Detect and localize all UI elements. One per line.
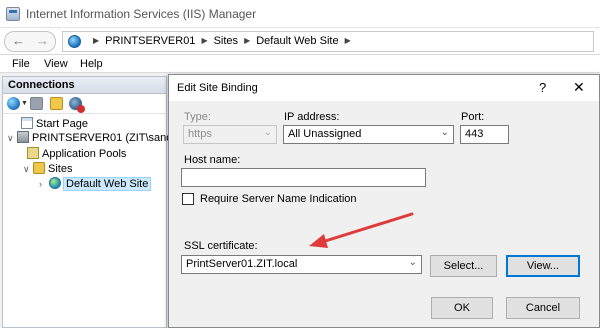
connections-pane: Connections ▼ Start Page ∨ PRINTSERVER01 … [2,76,182,328]
select-certificate-button[interactable]: Select... [430,255,497,277]
breadcrumb-separator-icon: ▶ [93,36,100,45]
type-label: Type: [184,111,211,123]
chevron-down-icon[interactable]: ⌄ [441,127,449,138]
edit-site-binding-dialog: Edit Site Binding ? ✕ Type: https ⌄ IP a… [168,74,600,328]
tree-item-server[interactable]: ∨ PRINTSERVER01 (ZIT\sandy) [7,131,182,145]
menu-file[interactable]: File [12,58,30,70]
forward-arrow-icon[interactable]: → [36,33,49,48]
chevron-down-icon[interactable]: ▼ [21,100,28,107]
breadcrumb-separator-icon: ▶ [244,36,251,45]
save-icon[interactable] [30,97,43,110]
tree-item-start-page[interactable]: Start Page [11,117,88,131]
window-title: Internet Information Services (IIS) Mana… [26,7,257,21]
tree-item-application-pools[interactable]: Application Pools [27,147,126,161]
chevron-down-icon: ⌄ [263,127,272,138]
breadcrumb-site[interactable]: Default Web Site [256,35,338,47]
menu-view[interactable]: View [44,58,68,70]
navigation-buttons: ← → [4,31,56,52]
sni-label[interactable]: Require Server Name Indication [200,193,357,205]
globe-icon [49,177,61,189]
ssl-certificate-select[interactable]: PrintServer01.ZIT.local ⌄ [181,255,422,274]
breadcrumb-server[interactable]: PRINTSERVER01 [105,35,195,47]
breadcrumb: ▶ PRINTSERVER01 ▶ Sites ▶ Default Web Site ▶ [87,35,357,47]
breadcrumb-sites[interactable]: Sites [214,35,238,47]
chevron-right-icon[interactable]: › [39,179,49,189]
sites-folder-icon [33,162,45,174]
server-icon [17,131,29,143]
chevron-down-icon[interactable]: ∨ [23,164,33,175]
breadcrumb-separator-icon: ▶ [344,36,351,45]
iis-app-icon [6,7,20,21]
breadcrumb-separator-icon: ▶ [201,36,208,45]
menu-help[interactable]: Help [80,58,103,70]
host-name-input[interactable] [181,168,426,187]
tree-item-sites[interactable]: ∨ Sites [23,162,72,176]
sni-checkbox[interactable] [182,193,194,205]
dialog-titlebar: Edit Site Binding ? ✕ [169,75,599,101]
address-field[interactable]: ▶ PRINTSERVER01 ▶ Sites ▶ Default Web Site ▶ [62,31,594,52]
tree-item-default-web-site[interactable]: › Default Web Site [39,177,152,191]
disconnect-icon[interactable] [69,97,85,113]
ok-button[interactable]: OK [431,297,493,319]
menu-bar: File View Help [0,55,600,73]
window-titlebar: Internet Information Services (IIS) Mana… [0,0,600,28]
up-folder-icon[interactable] [50,97,63,110]
connect-globe-icon[interactable] [7,97,20,110]
ssl-certificate-label: SSL certificate: [184,240,258,252]
port-input[interactable]: 443 [460,125,509,144]
start-page-icon [21,117,33,129]
dialog-title: Edit Site Binding [177,82,258,94]
connections-header: Connections [3,77,166,94]
back-arrow-icon[interactable]: ← [12,33,25,48]
connections-toolbar: ▼ [3,94,166,114]
ip-address-select[interactable]: All Unassigned ⌄ [283,125,454,144]
chevron-down-icon[interactable]: ⌄ [409,257,417,268]
chevron-down-icon[interactable]: ∨ [7,133,17,144]
address-bar: ← → ▶ PRINTSERVER01 ▶ Sites ▶ Default Web Sit… [0,28,600,55]
app-pool-icon [27,147,39,159]
globe-icon [68,35,81,48]
type-select: https ⌄ [183,125,277,144]
host-name-label: Host name: [184,154,241,166]
cancel-button[interactable]: Cancel [506,297,580,319]
close-icon[interactable]: ✕ [573,79,585,96]
ip-address-label: IP address: [284,111,340,123]
help-icon[interactable]: ? [539,80,546,95]
port-label: Port: [461,111,485,123]
view-certificate-button[interactable]: View... [506,255,580,277]
